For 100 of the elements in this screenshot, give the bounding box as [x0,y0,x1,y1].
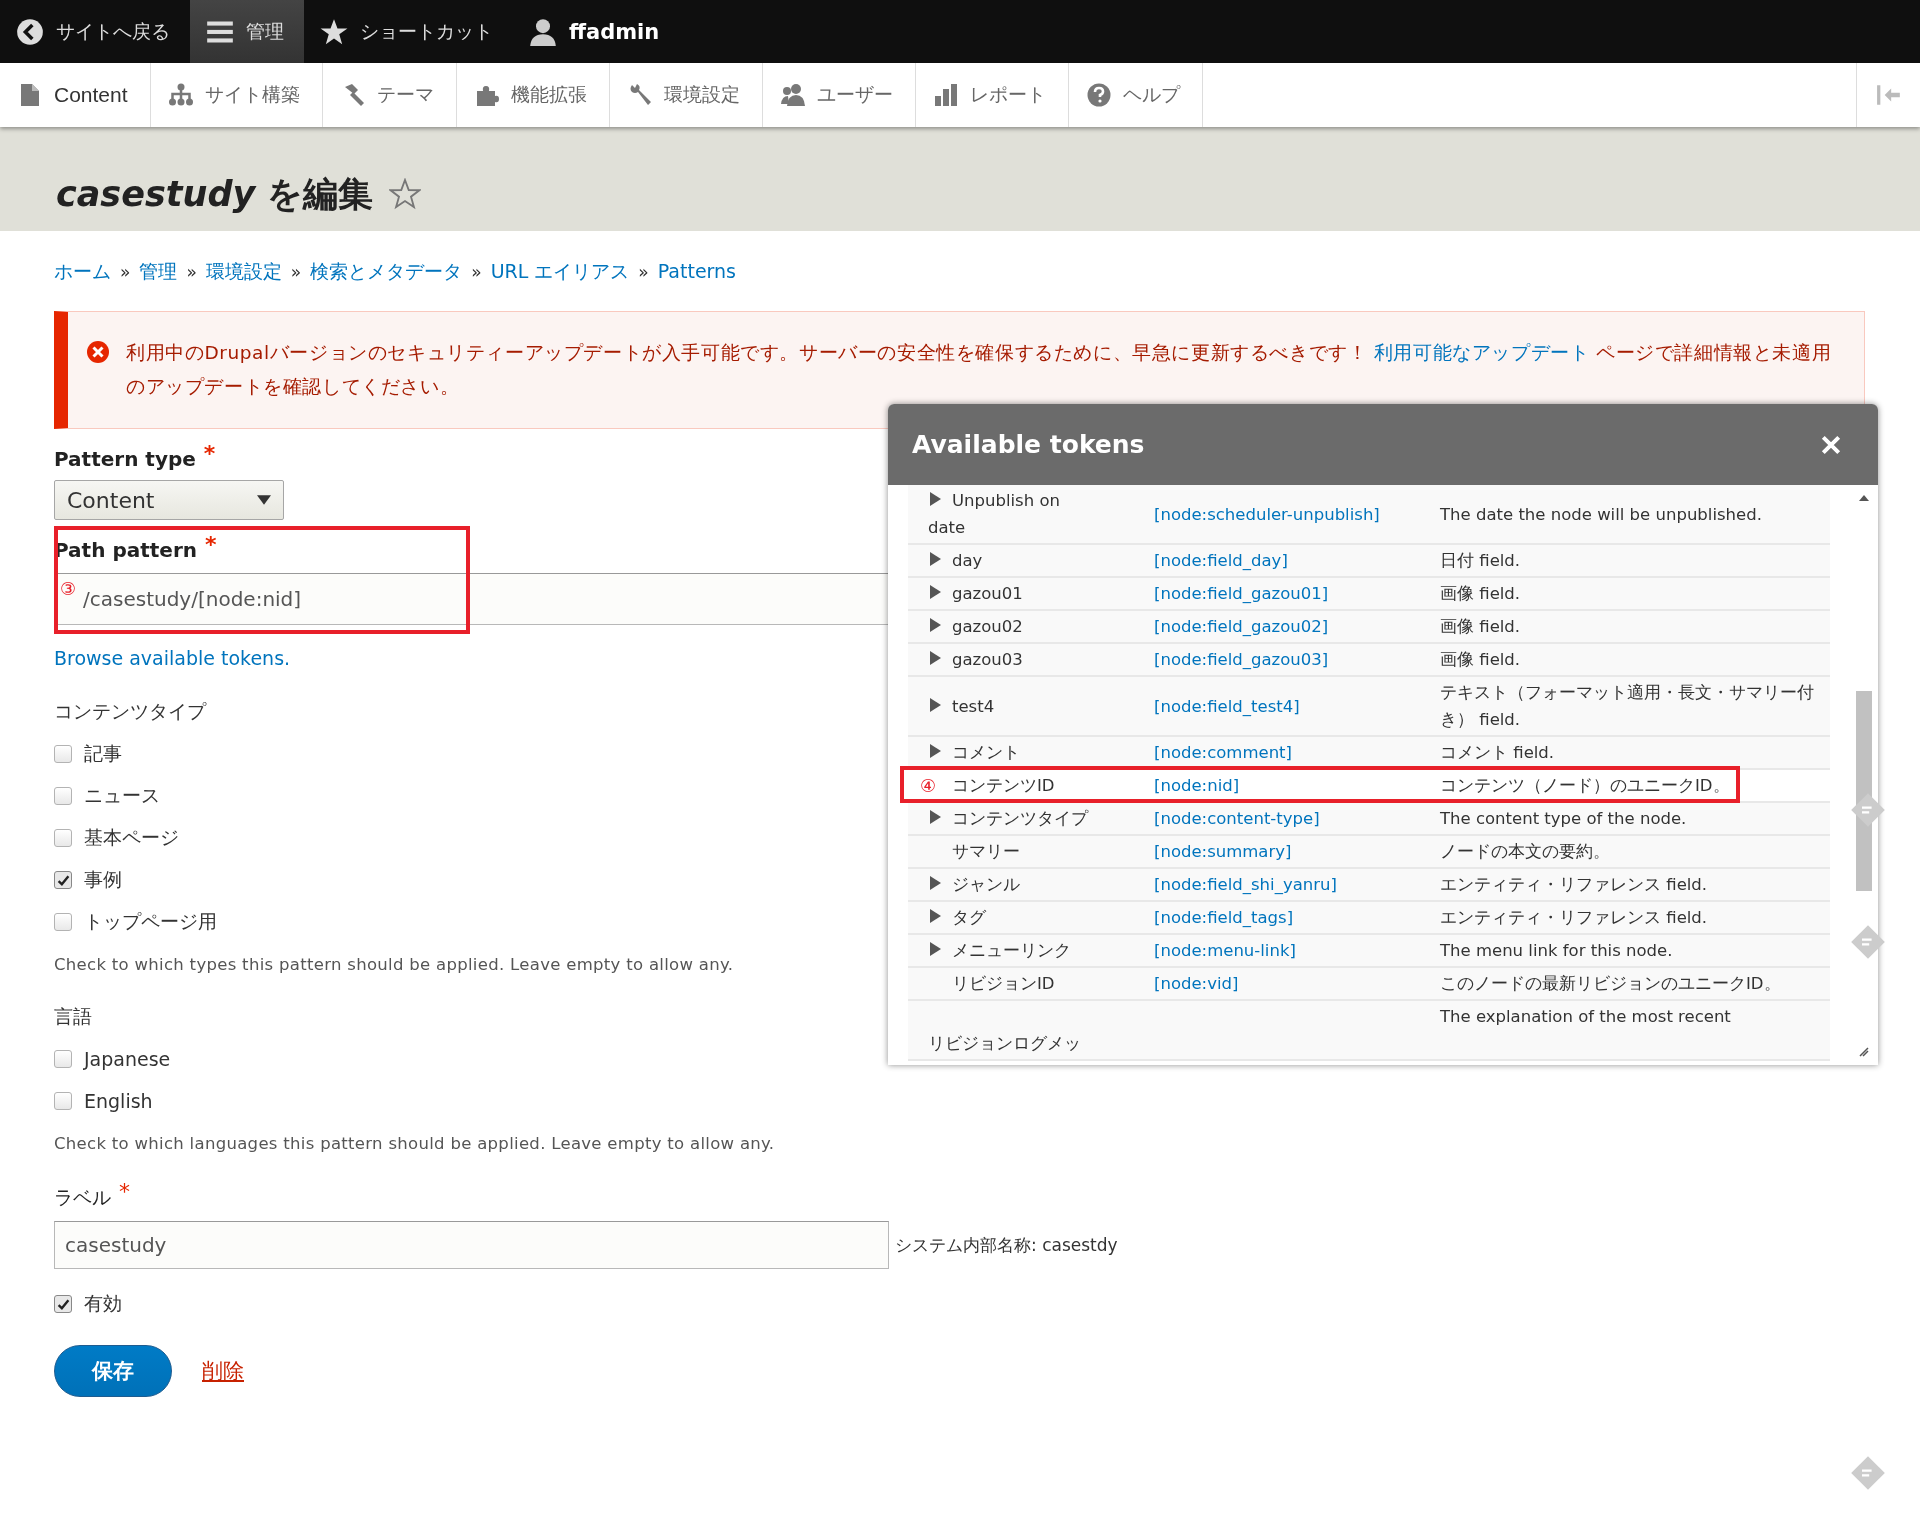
token-description: テキスト（フォーマット適用・長文・サマリー付き） field. [1440,682,1815,731]
expand-arrow-icon[interactable] [930,618,941,632]
field-label: コンテンツタイプ [54,699,206,724]
token-name: コンテンツタイプ [928,805,1088,832]
token-link[interactable]: [node:menu-link] [1154,937,1296,964]
expand-arrow-icon[interactable] [930,876,941,890]
token-link[interactable]: [node:field_gazou02] [1154,613,1329,640]
machine-name-text: システム内部名称: casestdy [895,1233,1118,1257]
sitemap-icon [168,83,193,107]
required-mark: * [205,532,217,557]
token-link[interactable]: [node:content-type] [1154,805,1320,832]
delete-link[interactable]: 削除 [202,1357,244,1385]
expand-arrow-icon[interactable] [930,697,941,712]
breadcrumb-separator: » [471,262,482,282]
token-link[interactable]: [node:vid] [1154,970,1239,997]
token-description: 日付 field. [1440,550,1521,572]
token-link[interactable]: [node:comment] [1154,739,1292,766]
token-description: 画像 field. [1440,583,1521,605]
token-name: day [928,547,983,574]
token-name: サマリー [951,841,1020,863]
token-link[interactable]: [node:field_shi_yanru] [1154,871,1337,898]
token-name: タグ [928,904,986,931]
checkbox-label: English [84,1090,153,1112]
required-mark: * [119,1179,130,1205]
checkbox-label: ニュース [84,783,160,808]
breadcrumb-link[interactable]: 環境設定 [205,259,282,285]
token-link[interactable]: [node:field_tags] [1154,904,1294,931]
checkbox[interactable] [54,1092,72,1110]
puzzle-icon [474,83,499,107]
expand-arrow-icon[interactable] [930,552,941,566]
document-icon [18,83,42,107]
field-label: Pattern type [54,447,196,472]
token-name: test4 [928,692,995,720]
collapse-icon [1875,82,1902,108]
checkbox[interactable] [54,745,72,763]
token-link[interactable]: [node:field_day] [1154,547,1288,574]
token-link[interactable]: [node:scheduler-unpublish] [1154,500,1380,528]
checkbox[interactable] [54,871,72,889]
breadcrumb-separator: » [290,262,302,282]
field-description: Check to which languages this pattern should be applied. Leave empty to allow any. [54,1134,775,1153]
label-input[interactable]: casestudy [54,1221,889,1269]
token-link[interactable]: [node:nid] [1154,772,1240,799]
updates-link[interactable]: 利用可能なアップデート [1373,342,1590,363]
token-description: ノードの本文の要約。 [1440,841,1610,863]
expand-arrow-icon[interactable] [930,651,941,665]
scroll-up-icon[interactable] [1859,495,1869,501]
token-link[interactable]: [node:summary] [1154,838,1292,865]
field-label: ラベル [54,1185,111,1210]
token-description: このノードの最新リビジョンのユニークID。 [1440,973,1781,995]
token-name: gazou01 [928,580,1023,607]
expand-arrow-icon[interactable] [930,585,941,599]
dialog-title: Available tokens [912,430,1145,459]
token-description: 画像 field. [1440,649,1521,671]
breadcrumb-link[interactable]: 管理 [139,259,178,285]
annotation-number: ③ [60,578,77,599]
token-link[interactable]: [node:field_test4] [1154,692,1300,720]
breadcrumb-link[interactable]: ホーム [54,259,111,285]
pattern-type-select[interactable]: Content [54,480,284,520]
expand-arrow-icon[interactable] [930,909,941,923]
token-description: エンティティ・リファレンス field. [1440,874,1708,896]
toolbar-link[interactable]: サイトへ戻る [0,0,190,63]
expand-arrow-icon[interactable] [930,942,941,956]
token-name: ジャンル [928,871,1020,898]
page-title: casestudy を編集 [56,172,374,216]
checkbox[interactable] [54,913,72,931]
breadcrumb-separator: » [638,262,649,282]
token-name: メニューリンク [928,937,1071,964]
resize-grip-icon[interactable] [1859,1047,1869,1057]
star-icon [320,17,348,46]
toolbar-link[interactable]: 管理 [190,0,304,63]
checkbox-label: 有効 [84,1291,122,1316]
users-icon [780,83,805,107]
browse-tokens-link[interactable]: Browse available tokens. [54,647,291,669]
token-name: コメント [928,739,1020,766]
toolbar-link[interactable]: ショートカット [304,0,513,63]
checkbox[interactable] [54,1295,72,1313]
expand-arrow-icon[interactable] [930,810,941,824]
breadcrumb-link[interactable]: Patterns [657,260,737,282]
token-name: リビジョンID [951,973,1055,995]
bar-chart-icon [933,83,958,107]
checkbox[interactable] [54,829,72,847]
star-outline-icon[interactable] [389,178,422,210]
expand-arrow-icon[interactable] [930,492,941,506]
toolbar-link[interactable]: ffadmin [513,0,680,63]
token-link[interactable]: [node:field_gazou03] [1154,646,1329,673]
checkbox-label: 事例 [84,867,122,892]
error-text: 利用中のDrupalバージョンのセキュリティーアップデートが入手可能です。サーバーの安全性を確保するために、早急に更新するべきです！ 利用可能なアップデート ページで詳細情報と未適用のアップデートを確認してください。 [126,341,1833,399]
token-description: 画像 field. [1440,616,1521,638]
token-description: The explanation of the most recent [1440,1006,1731,1028]
checkbox-label: トップページ用 [84,909,217,934]
token-name: リビジョンログメッ [928,1033,1082,1055]
token-link[interactable]: [node:field_gazou01] [1154,580,1329,607]
breadcrumb-link[interactable]: URL エイリアス [490,259,630,285]
caret-icon [257,495,271,505]
checkbox[interactable] [54,787,72,805]
breadcrumb-link[interactable]: 検索とメタデータ [310,259,463,285]
save-button[interactable]: 保存 [54,1345,172,1397]
expand-arrow-icon[interactable] [930,744,941,758]
checkbox-label: Japanese [84,1048,171,1070]
checkbox[interactable] [54,1050,72,1068]
